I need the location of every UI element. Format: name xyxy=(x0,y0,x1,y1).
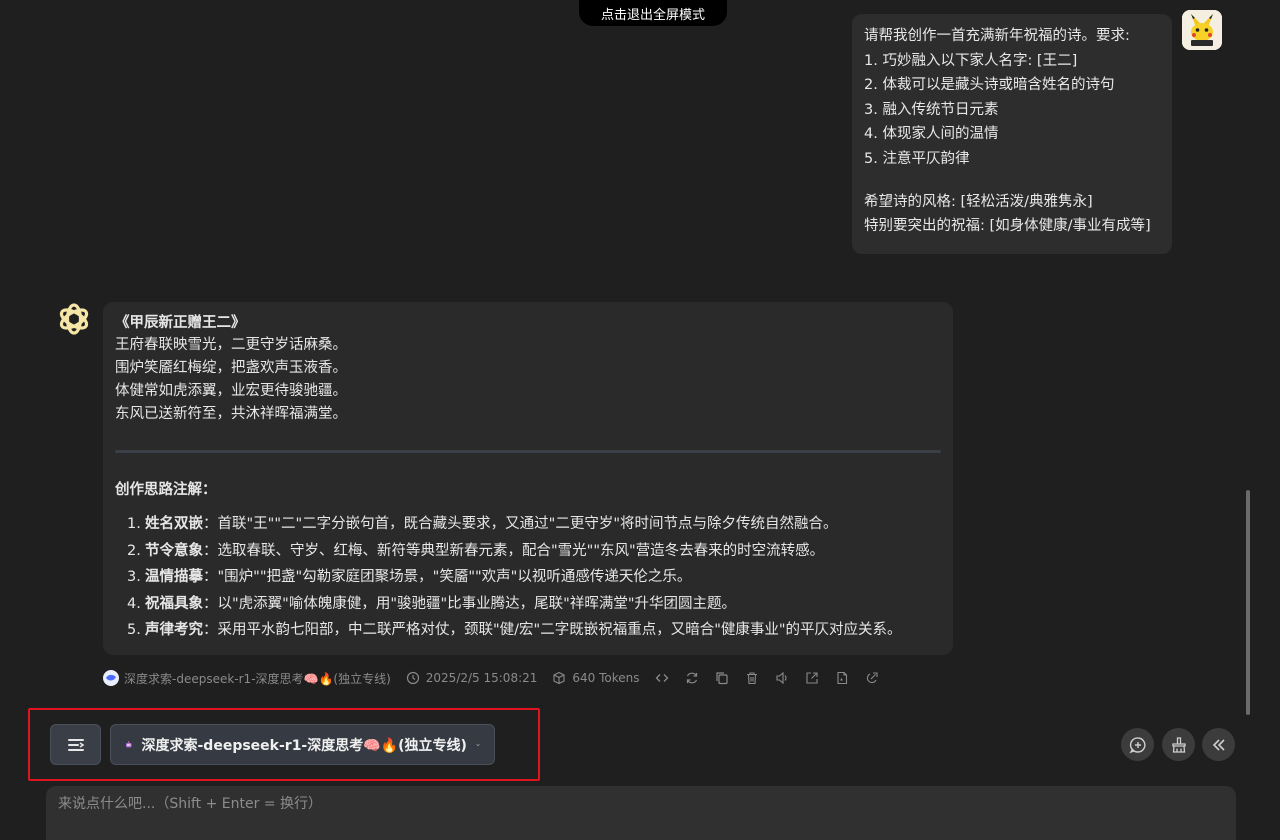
clock-icon xyxy=(405,670,421,686)
note-item: 2. 节令意象：选取春联、守岁、红梅、新符等典型新春元素，配合"雪光""东风"营造… xyxy=(127,538,941,565)
chat-plus-icon xyxy=(1128,736,1146,753)
clear-context-button[interactable] xyxy=(1162,728,1195,761)
note-text: ：首联"王""二"二字分嵌句首，既合藏头要求，又通过"二更守岁"将时间节点与除夕… xyxy=(203,516,838,532)
openai-logo-icon xyxy=(56,301,92,337)
message-meta: 深度求索-deepseek-r1-深度思考🧠🔥(独立专线) 2025/2/5 1… xyxy=(103,668,880,688)
share-icon[interactable] xyxy=(804,670,820,686)
message-input[interactable] xyxy=(46,786,1236,822)
note-item: 3. 温情描摹："围炉""把盏"勾勒家庭团聚场景，"笑靥""欢声"以视听通感传递天… xyxy=(127,564,941,591)
chevron-down-icon xyxy=(476,743,480,746)
note-text: ：采用平水韵七阳部，中二联严格对仗，颈联"健/宏"二字既嵌祝福重点，又暗合"健康… xyxy=(203,622,902,638)
note-text: ：以"虎添翼"喻体魄康健，用"骏驰疆"比事业腾达，尾联"祥晖满堂"升华团圆主题。 xyxy=(203,595,737,612)
user-line: 4. 体现家人间的温情 xyxy=(864,126,999,143)
copy-icon[interactable] xyxy=(714,670,730,686)
double-chevron-left-icon xyxy=(1212,738,1225,751)
divider xyxy=(115,450,941,453)
user-line: 希望诗的风格: [轻松活泼/典雅隽永] xyxy=(864,193,1093,210)
note-key: 温情描摹 xyxy=(145,569,203,585)
pikachu-avatar-icon xyxy=(1182,10,1222,50)
menu-icon xyxy=(67,738,84,751)
poem-line: 围炉笑靥红梅绽，把盏欢声玉液香。 xyxy=(115,360,347,376)
note-number: 5. xyxy=(127,622,141,638)
note-item: 5. 声律考究：采用平水韵七阳部，中二联严格对仗，颈联"健/宏"二字既嵌祝福重点，… xyxy=(127,617,941,644)
notes-list: 1. 姓名双嵌：首联"王""二"二字分嵌句首，既合藏头要求，又通过"二更守岁"将时… xyxy=(115,511,941,644)
note-number: 1. xyxy=(127,516,141,532)
exit-fullscreen-button[interactable]: 点击退出全屏模式 xyxy=(579,0,727,26)
user-line: 3. 融入传统节日元素 xyxy=(864,101,999,118)
model-select[interactable]: 深度求索-deepseek-r1-深度思考🧠🔥(独立专线) xyxy=(110,724,495,765)
menu-button[interactable] xyxy=(50,724,101,765)
poem-line: 体健常如虎添翼，业宏更待骏驰疆。 xyxy=(115,383,347,399)
refresh-icon[interactable] xyxy=(684,670,700,686)
meta-time: 2025/2/5 15:08:21 xyxy=(405,670,538,686)
note-number: 2. xyxy=(127,542,141,559)
note-item: 4. 祝福具象：以"虎添翼"喻体魄康健，用"骏驰疆"比事业腾达，尾联"祥晖满堂"升… xyxy=(127,591,941,618)
user-line: 特别要突出的祝福: [如身体健康/事业有成等] xyxy=(864,218,1151,235)
scrollbar-thumb[interactable] xyxy=(1246,490,1250,715)
user-avatar[interactable] xyxy=(1182,10,1222,50)
cube-icon xyxy=(551,670,567,686)
note-text: ："围炉""把盏"勾勒家庭团聚场景，"笑靥""欢声"以视听通感传递天伦之乐。 xyxy=(203,569,692,585)
user-message: 请帮我创作一首充满新年祝福的诗。要求: 1. 巧妙融入以下家人名字: [王二] … xyxy=(852,14,1172,254)
user-line: 2. 体裁可以是藏头诗或暗含姓名的诗句 xyxy=(864,77,1115,94)
code-icon[interactable] xyxy=(654,670,670,686)
note-key: 声律考究 xyxy=(145,622,203,638)
meta-model-name: 深度求索-deepseek-r1-深度思考🧠🔥(独立专线) xyxy=(124,671,391,686)
user-line: 请帮我创作一首充满新年祝福的诗。要求: xyxy=(864,28,1130,44)
model-select-label: 深度求索-deepseek-r1-深度思考🧠🔥(独立专线) xyxy=(141,737,467,754)
notes-title: 创作思路注解： xyxy=(115,482,217,498)
pdf-icon[interactable] xyxy=(834,670,850,686)
deepseek-logo-icon xyxy=(103,670,119,686)
robot-icon xyxy=(126,740,132,747)
assistant-message: 《甲辰新正赠王二》 王府春联映雪光，二更守岁话麻桑。 围炉笑靥红梅绽，把盏欢声玉… xyxy=(103,302,953,655)
link-icon[interactable] xyxy=(864,670,880,686)
user-line: 1. 巧妙融入以下家人名字: [王二] xyxy=(864,52,1078,69)
meta-token-count: 640 Tokens xyxy=(572,671,640,685)
note-text: ：选取春联、守岁、红梅、新符等典型新春元素，配合"雪光""东风"营造冬去春来的时… xyxy=(203,542,825,559)
note-key: 节令意象 xyxy=(145,542,203,559)
composer xyxy=(46,786,1236,840)
meta-model: 深度求索-deepseek-r1-深度思考🧠🔥(独立专线) xyxy=(103,670,391,687)
meta-tokens: 640 Tokens xyxy=(551,670,640,686)
note-item: 1. 姓名双嵌：首联"王""二"二字分嵌句首，既合藏头要求，又通过"二更守岁"将时… xyxy=(127,511,941,538)
poem-title: 《甲辰新正赠王二》 xyxy=(115,315,246,331)
user-line: 5. 注意平仄韵律 xyxy=(864,150,970,167)
note-number: 3. xyxy=(127,569,141,585)
broom-icon xyxy=(1171,736,1186,753)
note-key: 祝福具象 xyxy=(145,595,203,612)
speaker-icon[interactable] xyxy=(774,670,790,686)
poem-line: 王府春联映雪光，二更守岁话麻桑。 xyxy=(115,337,347,353)
poem-line: 东风已送新符至，共沐祥晖福满堂。 xyxy=(115,406,347,422)
trash-icon[interactable] xyxy=(744,670,760,686)
note-number: 4. xyxy=(127,595,141,612)
meta-timestamp: 2025/2/5 15:08:21 xyxy=(425,671,538,685)
collapse-button[interactable] xyxy=(1202,728,1235,761)
note-key: 姓名双嵌 xyxy=(145,516,203,532)
new-chat-button[interactable] xyxy=(1121,728,1154,761)
